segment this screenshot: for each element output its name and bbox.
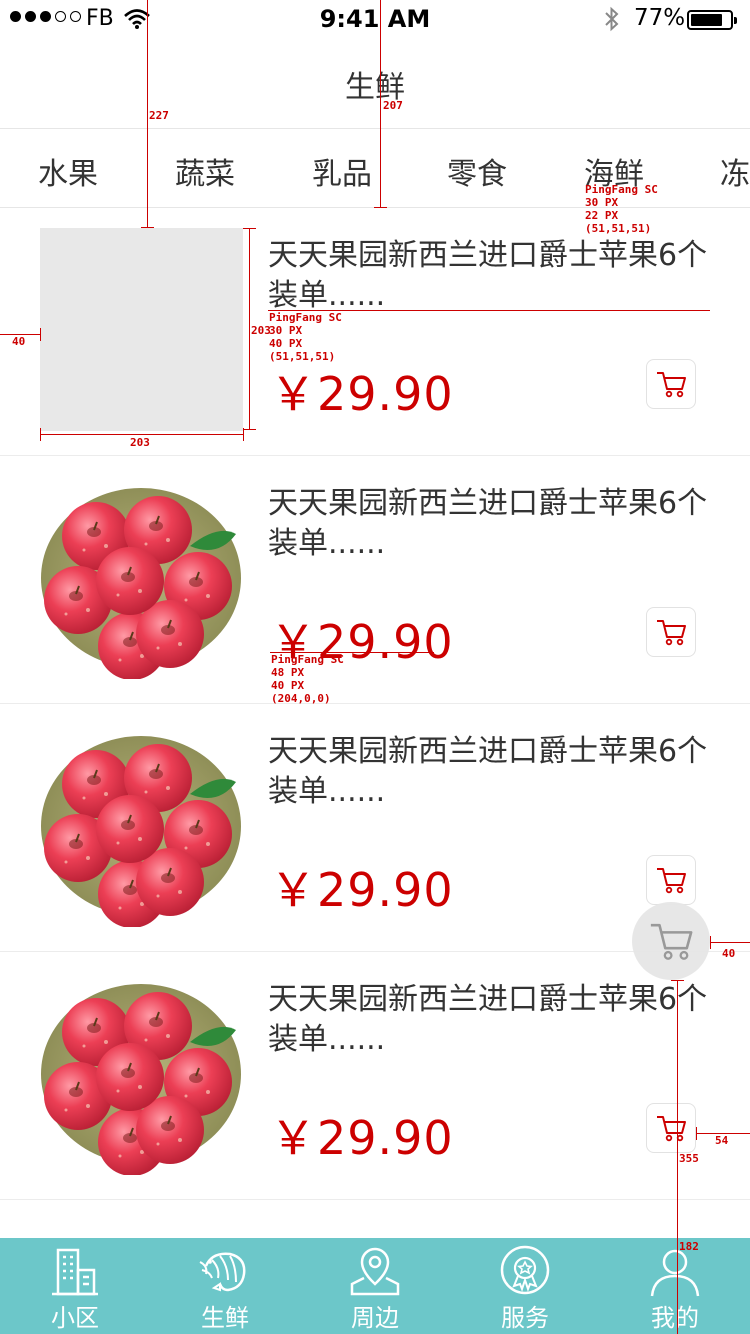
measure-label-203-width: 203 bbox=[130, 436, 150, 449]
measure-label-355: 355 bbox=[679, 1152, 699, 1165]
add-to-cart-button[interactable] bbox=[646, 607, 696, 657]
tab-bar-label: 服务 bbox=[501, 1304, 549, 1332]
measure-line bbox=[677, 980, 678, 1334]
status-bar: FB 9:41 AM 77% bbox=[0, 0, 750, 40]
bluetooth-icon bbox=[605, 6, 619, 32]
measure-label-227: 227 bbox=[149, 109, 169, 122]
measure-tick bbox=[243, 429, 256, 430]
measure-tick bbox=[243, 228, 256, 229]
measure-tick bbox=[710, 936, 711, 949]
product-list: 天天果园新西兰进口爵士苹果6个装单...... ￥29.90 天天果园新西兰进口… bbox=[0, 208, 750, 1200]
tab-bar-label: 小区 bbox=[51, 1304, 99, 1332]
tab-bar-item-nearby[interactable]: 周边 bbox=[300, 1238, 450, 1334]
name-font-spec: PingFang SC 30 PX 40 PX (51,51,51) bbox=[269, 311, 342, 363]
measure-label-54: 54 bbox=[715, 1134, 729, 1147]
product-image-apples[interactable] bbox=[40, 476, 243, 679]
tab-bar-item-community[interactable]: 小区 bbox=[0, 1238, 150, 1334]
measure-label-207: 207 bbox=[383, 99, 403, 112]
add-to-cart-button[interactable] bbox=[646, 359, 696, 409]
page-title: 生鲜 bbox=[345, 70, 405, 105]
measure-tick bbox=[696, 1127, 697, 1140]
product-price: ￥29.90 bbox=[270, 367, 454, 421]
measure-line bbox=[249, 228, 250, 430]
product-image-placeholder[interactable] bbox=[40, 228, 243, 431]
measure-line bbox=[147, 0, 148, 227]
measure-tick bbox=[671, 980, 684, 981]
measure-label-203-height: 203 bbox=[251, 324, 271, 337]
bottom-tab-bar: 小区 生鲜 周边 服务 我的 bbox=[0, 1238, 750, 1334]
battery-icon bbox=[687, 10, 737, 30]
product-card[interactable]: 天天果园新西兰进口爵士苹果6个装单...... ￥29.90 bbox=[0, 456, 750, 704]
cart-icon bbox=[656, 1116, 686, 1142]
product-image-apples[interactable] bbox=[40, 724, 243, 927]
tab-vegetables[interactable]: 蔬菜 bbox=[140, 149, 270, 193]
measure-tick bbox=[243, 428, 244, 441]
tab-bar-item-fresh[interactable]: 生鲜 bbox=[150, 1238, 300, 1334]
add-to-cart-button[interactable] bbox=[646, 1103, 696, 1153]
measure-tick bbox=[40, 328, 41, 341]
measure-tick bbox=[374, 207, 387, 208]
product-image-apples[interactable] bbox=[40, 972, 243, 1175]
tab-fruit[interactable]: 水果 bbox=[3, 149, 133, 193]
measure-tick bbox=[40, 428, 41, 441]
tab-bar-label: 我的 bbox=[651, 1304, 699, 1332]
building-icon bbox=[52, 1248, 98, 1296]
tab-bar-label: 生鲜 bbox=[201, 1304, 249, 1332]
product-price: ￥29.90 bbox=[270, 863, 454, 917]
tab-bar-label: 周边 bbox=[351, 1304, 399, 1332]
tab-font-spec: PingFang SC 30 PX 22 PX (51,51,51) bbox=[585, 183, 658, 235]
measure-label-182: 182 bbox=[679, 1240, 699, 1253]
battery-percentage: 77% bbox=[634, 5, 686, 31]
measure-line bbox=[380, 0, 381, 207]
price-font-spec: PingFang SC 48 PX 40 PX (204,0,0) bbox=[271, 653, 344, 705]
product-name[interactable]: 天天果园新西兰进口爵士苹果6个装单...... bbox=[268, 980, 720, 1060]
map-pin-icon bbox=[350, 1247, 400, 1296]
service-badge-icon bbox=[500, 1245, 550, 1295]
product-card[interactable]: 天天果园新西兰进口爵士苹果6个装单...... ￥29.90 bbox=[0, 208, 750, 456]
measure-line bbox=[40, 434, 243, 435]
product-card[interactable]: 天天果园新西兰进口爵士苹果6个装单...... ￥29.90 bbox=[0, 704, 750, 952]
cart-icon bbox=[656, 372, 686, 398]
product-name[interactable]: 天天果园新西兰进口爵士苹果6个装单...... bbox=[268, 484, 720, 564]
floating-cart-button[interactable] bbox=[632, 902, 710, 980]
add-to-cart-button[interactable] bbox=[646, 855, 696, 905]
cart-icon bbox=[656, 620, 686, 646]
product-card[interactable]: 天天果园新西兰进口爵士苹果6个装单...... ￥29.90 bbox=[0, 952, 750, 1200]
cart-icon bbox=[656, 868, 686, 894]
measure-tick bbox=[141, 227, 154, 228]
tab-bar-item-profile[interactable]: 我的 bbox=[600, 1238, 750, 1334]
measure-label-40-right: 40 bbox=[722, 947, 736, 960]
tab-dairy[interactable]: 乳品 bbox=[277, 149, 407, 193]
tab-snacks[interactable]: 零食 bbox=[412, 149, 542, 193]
measure-label-40: 40 bbox=[12, 335, 26, 348]
cart-icon bbox=[650, 923, 693, 960]
product-name[interactable]: 天天果园新西兰进口爵士苹果6个装单...... bbox=[268, 732, 720, 812]
tab-bar-item-service[interactable]: 服务 bbox=[450, 1238, 600, 1334]
product-name[interactable]: 天天果园新西兰进口爵士苹果6个装单...... bbox=[268, 236, 720, 316]
product-price: ￥29.90 bbox=[270, 1111, 454, 1165]
measure-line bbox=[710, 942, 750, 943]
shrimp-icon bbox=[199, 1252, 246, 1292]
tab-frozen[interactable]: 冻 bbox=[686, 149, 750, 193]
